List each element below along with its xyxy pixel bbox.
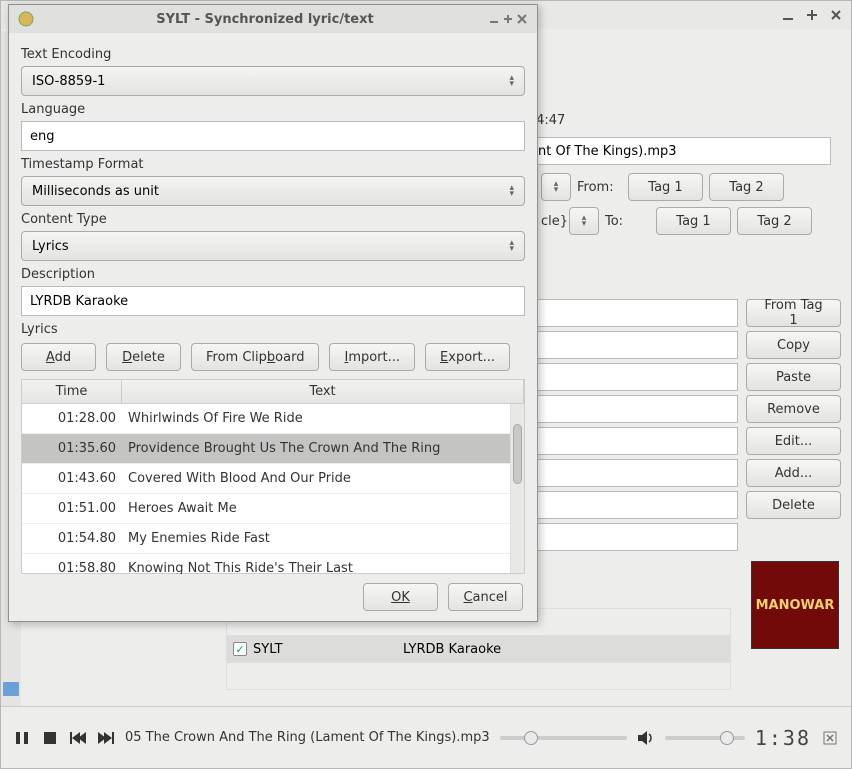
from-clipboard-button[interactable]: From Clipboard: [191, 343, 319, 371]
format-peek: cle}: [541, 214, 563, 229]
filename-field[interactable]: [531, 137, 831, 165]
timestamp-format-combo[interactable]: Milliseconds as unit ▴▾: [21, 176, 525, 206]
pause-icon[interactable]: [13, 729, 31, 747]
volume-slider[interactable]: [665, 736, 745, 740]
format-dropdown-1[interactable]: ▴▾: [541, 173, 571, 201]
to-tag1-button[interactable]: Tag 1: [656, 207, 731, 235]
cell-time: 01:54.80: [22, 531, 122, 546]
dialog-titlebar[interactable]: SYLT - Synchronized lyric/text: [9, 5, 537, 33]
table-row[interactable]: 01:58.80Knowing Not This Ride's Their La…: [22, 554, 524, 574]
frame-name-cell: SYLT: [253, 642, 283, 657]
cell-time: 01:51.00: [22, 501, 122, 516]
lyrics-delete-button[interactable]: Delete: [106, 343, 181, 371]
description-label: Description: [21, 267, 525, 282]
lyrics-label: Lyrics: [21, 322, 525, 337]
timestamp-format-value: Milliseconds as unit: [32, 184, 159, 199]
frame-value-cell: LYRDB Karaoke: [397, 642, 730, 657]
lyrics-table-header: Time Text: [22, 380, 524, 404]
volume-icon[interactable]: [637, 729, 655, 747]
dialog-close-icon[interactable]: [515, 12, 529, 26]
import-button[interactable]: Import...: [329, 343, 415, 371]
from-label: From:: [577, 180, 622, 195]
export-button[interactable]: Export...: [425, 343, 510, 371]
content-type-label: Content Type: [21, 212, 525, 227]
scrollbar-thumb[interactable]: [513, 424, 522, 484]
stop-icon[interactable]: [41, 729, 59, 747]
lyrics-scrollbar[interactable]: [510, 404, 524, 573]
cell-time: 01:28.00: [22, 411, 122, 426]
prev-track-icon[interactable]: [69, 729, 87, 747]
table-row[interactable]: ✓ SYLT LYRDB Karaoke: [226, 635, 731, 663]
copy-button[interactable]: Copy: [746, 331, 841, 359]
album-art-text: MANOWAR: [756, 598, 835, 613]
ok-button[interactable]: OK: [363, 583, 438, 611]
from-tag2-button[interactable]: Tag 2: [709, 173, 784, 201]
cell-time: 01:58.80: [22, 561, 122, 574]
text-encoding-value: ISO-8859-1: [32, 74, 105, 89]
chevron-updown-icon: ▴▾: [509, 75, 514, 87]
lyrics-table: Time Text 01:28.00Whirlwinds Of Fire We …: [21, 379, 525, 574]
table-row[interactable]: 01:28.00Whirlwinds Of Fire We Ride: [22, 404, 524, 434]
close-player-icon[interactable]: [821, 729, 839, 747]
table-row[interactable]: 01:51.00Heroes Await Me: [22, 494, 524, 524]
content-type-combo[interactable]: Lyrics ▴▾: [21, 231, 525, 261]
cell-text: Covered With Blood And Our Pride: [122, 471, 524, 486]
remove-button[interactable]: Remove: [746, 395, 841, 423]
table-row[interactable]: [226, 662, 731, 690]
now-playing-label: 05 The Crown And The Ring (Lament Of The…: [125, 730, 490, 745]
from-tag1-side-button[interactable]: From Tag 1: [746, 299, 841, 327]
chevron-updown-icon: ▴▾: [509, 185, 514, 197]
player-bar: 05 The Crown And The Ring (Lament Of The…: [1, 706, 851, 768]
cell-text: My Enemies Ride Fast: [122, 531, 524, 546]
time-display: 1:38: [755, 726, 811, 750]
to-tag2-button[interactable]: Tag 2: [737, 207, 812, 235]
content-type-value: Lyrics: [32, 239, 69, 254]
format-dropdown-2[interactable]: ▴▾: [569, 207, 599, 235]
minimize-icon[interactable]: [781, 8, 795, 22]
cell-text: Whirlwinds Of Fire We Ride: [122, 411, 524, 426]
cell-time: 01:35.60: [22, 441, 122, 456]
description-input[interactable]: [21, 286, 525, 316]
next-track-icon[interactable]: [97, 729, 115, 747]
close-icon[interactable]: [829, 8, 843, 22]
col-text[interactable]: Text: [122, 380, 524, 403]
language-input[interactable]: [21, 121, 525, 151]
volume-thumb[interactable]: [720, 731, 734, 745]
table-row[interactable]: 01:43.60Covered With Blood And Our Pride: [22, 464, 524, 494]
paste-button[interactable]: Paste: [746, 363, 841, 391]
text-encoding-combo[interactable]: ISO-8859-1 ▴▾: [21, 66, 525, 96]
ok-label: OK: [391, 590, 410, 605]
to-label: To:: [605, 214, 650, 229]
chevron-updown-icon: ▴▾: [509, 240, 514, 252]
cell-text: Providence Brought Us The Crown And The …: [122, 441, 524, 456]
dialog-maximize-icon[interactable]: [501, 12, 515, 26]
cancel-button[interactable]: Cancel: [448, 583, 523, 611]
add-button[interactable]: Add...: [746, 459, 841, 487]
language-label: Language: [21, 102, 525, 117]
table-row[interactable]: 01:35.60Providence Brought Us The Crown …: [22, 434, 524, 464]
table-row[interactable]: 01:54.80My Enemies Ride Fast: [22, 524, 524, 554]
seek-thumb[interactable]: [524, 731, 538, 745]
text-encoding-label: Text Encoding: [21, 47, 525, 62]
cell-time: 01:43.60: [22, 471, 122, 486]
side-delete-button[interactable]: Delete: [746, 491, 841, 519]
app-icon: [17, 10, 35, 28]
checkbox-icon[interactable]: ✓: [233, 642, 247, 656]
sylt-dialog: SYLT - Synchronized lyric/text Text Enco…: [8, 4, 538, 622]
dialog-title: SYLT - Synchronized lyric/text: [43, 12, 487, 27]
cell-text: Heroes Await Me: [122, 501, 524, 516]
dialog-minimize-icon[interactable]: [487, 12, 501, 26]
maximize-icon[interactable]: [805, 8, 819, 22]
lyrics-add-button[interactable]: Add: [21, 343, 96, 371]
col-time[interactable]: Time: [22, 380, 122, 403]
seek-slider[interactable]: [500, 736, 627, 740]
timestamp-format-label: Timestamp Format: [21, 157, 525, 172]
edit-button[interactable]: Edit...: [746, 427, 841, 455]
album-art: MANOWAR: [751, 561, 839, 649]
cell-text: Knowing Not This Ride's Their Last: [122, 561, 524, 574]
from-tag1-button[interactable]: Tag 1: [628, 173, 703, 201]
